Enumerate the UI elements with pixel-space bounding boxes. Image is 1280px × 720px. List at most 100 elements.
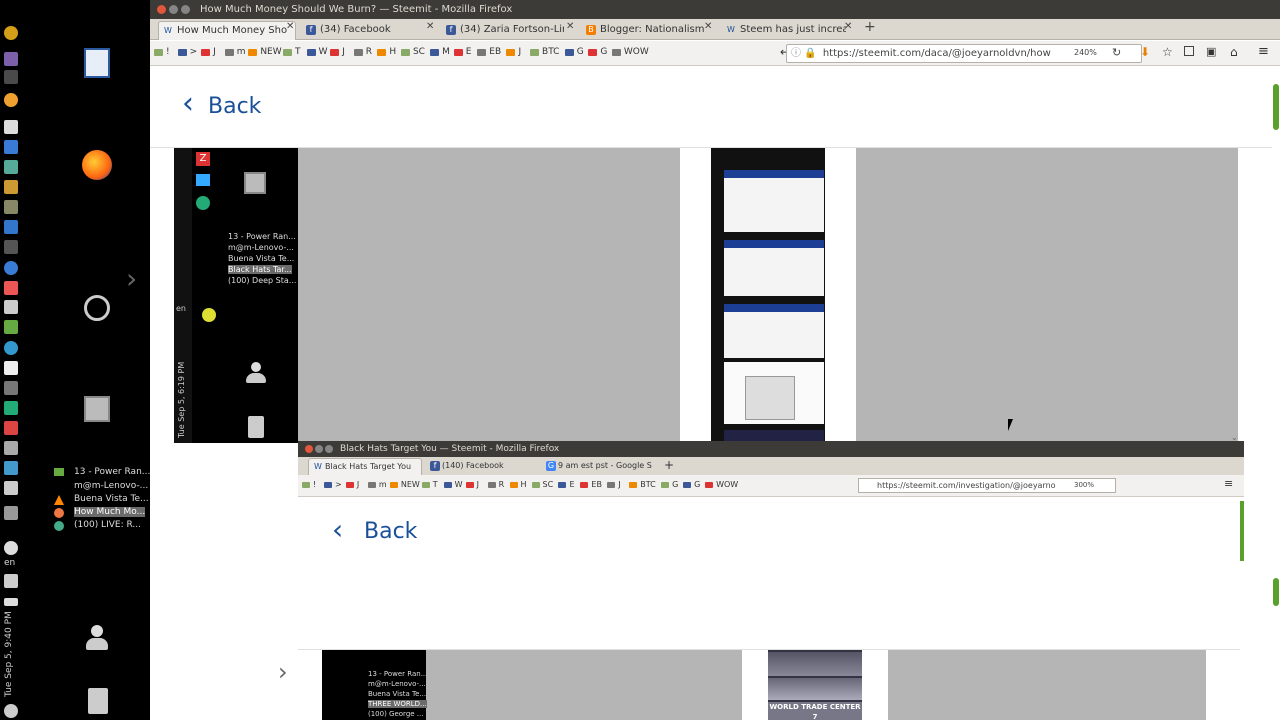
library-icon[interactable]: [1184, 46, 1194, 56]
bluetooth-icon[interactable]: [4, 506, 18, 520]
close-tab-icon[interactable]: ✕: [844, 21, 852, 32]
info-icon[interactable]: ⓘ: [791, 48, 801, 59]
bookmark-star-icon[interactable]: ☆: [1162, 45, 1173, 59]
bookmark-item[interactable]: J: [477, 480, 479, 489]
close-tab-icon[interactable]: ✕: [426, 21, 434, 32]
bookmark-item[interactable]: SC: [413, 47, 425, 57]
window-titlebar[interactable]: How Much Money Should We Burn? — Steemit…: [150, 0, 1280, 19]
monitor-icon[interactable]: [4, 240, 18, 254]
ubuntu-icon[interactable]: [84, 295, 110, 321]
bookmark-item[interactable]: m: [379, 480, 387, 489]
bookmark-folder-icon[interactable]: [629, 482, 638, 488]
app-icon[interactable]: [4, 401, 18, 415]
bookmark-item[interactable]: >: [335, 480, 342, 489]
bookmark-item[interactable]: E: [569, 480, 574, 489]
bookmark-folder-icon[interactable]: [443, 482, 452, 488]
zoom-level[interactable]: 240%: [1074, 48, 1097, 57]
close-tab-icon[interactable]: ✕: [286, 21, 294, 32]
app-icon[interactable]: [4, 481, 18, 495]
bookmark-folder-icon[interactable]: [224, 49, 234, 56]
user-icon[interactable]: [86, 625, 108, 651]
task-item[interactable]: (100) LIVE: R...: [74, 520, 141, 530]
app-icon[interactable]: [4, 421, 18, 435]
close-tab-icon[interactable]: ✕: [566, 21, 574, 32]
bookmark-item[interactable]: >: [190, 47, 198, 57]
bookmark-folder-icon[interactable]: [430, 49, 440, 56]
app-icon[interactable]: [4, 52, 18, 66]
bookmark-item[interactable]: J: [618, 480, 620, 489]
app-icon[interactable]: [4, 441, 18, 455]
bookmark-folder-icon[interactable]: [607, 482, 616, 488]
bookmark-folder-icon[interactable]: [588, 49, 598, 56]
browser-icon[interactable]: [4, 261, 18, 275]
bookmark-item[interactable]: H: [389, 47, 396, 57]
bookmark-item[interactable]: T: [295, 47, 301, 57]
tab-facebook[interactable]: f (34) Facebook: [302, 21, 428, 40]
volume-icon[interactable]: [4, 574, 18, 588]
app-grid-icon[interactable]: [4, 180, 18, 194]
bookmark-folder-icon[interactable]: [705, 482, 714, 488]
bookmark-folder-icon[interactable]: [377, 49, 387, 56]
bookmark-folder-icon[interactable]: [465, 482, 474, 488]
text-editor-icon[interactable]: [4, 120, 18, 134]
clock-label[interactable]: Tue Sep 5, 9:40 PM: [4, 611, 14, 697]
spreadsheet-icon[interactable]: [4, 160, 18, 174]
bookmark-folder-icon[interactable]: [530, 49, 540, 56]
bookmark-item[interactable]: W: [455, 480, 463, 489]
bookmark-item[interactable]: NEW: [401, 480, 420, 489]
battery-icon[interactable]: [4, 598, 18, 606]
app-icon[interactable]: [4, 70, 18, 84]
bookmark-folder-icon[interactable]: [367, 482, 376, 488]
wifi-icon[interactable]: [4, 541, 18, 555]
bookmark-folder-icon[interactable]: [531, 482, 540, 488]
bookmark-item[interactable]: WOW: [624, 47, 649, 57]
bookmark-item[interactable]: J: [342, 47, 345, 57]
new-tab-button[interactable]: +: [864, 19, 876, 35]
app-icon[interactable]: [4, 361, 18, 375]
bookmark-folder-icon[interactable]: [477, 49, 487, 56]
tab-steem[interactable]: W Steem has just increa: [722, 21, 846, 40]
bookmark-folder-icon[interactable]: [306, 49, 316, 56]
chevron-right-icon[interactable]: ›: [126, 262, 137, 295]
bookmark-folder-icon[interactable]: [509, 482, 518, 488]
bookmark-item[interactable]: J: [357, 480, 359, 489]
bookmark-item[interactable]: H: [521, 480, 527, 489]
bookmark-folder-icon[interactable]: [345, 482, 354, 488]
settings-icon[interactable]: [4, 220, 18, 234]
keyboard-lang-label[interactable]: en: [4, 558, 15, 568]
page-scrollbar[interactable]: [1272, 66, 1280, 720]
task-item[interactable]: Buena Vista Te...: [74, 494, 149, 504]
tab-zaria-fortson[interactable]: f (34) Zaria Fortson-Lin: [442, 21, 564, 40]
bookmark-folder-icon[interactable]: [353, 49, 363, 56]
bookmark-folder-icon[interactable]: [330, 49, 340, 56]
task-item-selected[interactable]: How Much Mo...: [74, 507, 146, 517]
terminal-icon[interactable]: [4, 381, 18, 395]
bookmark-folder-icon[interactable]: [283, 49, 293, 56]
bookmark-folder-icon[interactable]: [421, 482, 430, 488]
scrollbar-thumb[interactable]: [1273, 84, 1279, 130]
bookmark-folder-icon[interactable]: [323, 482, 332, 488]
bookmark-folder-icon[interactable]: [558, 482, 567, 488]
menu-icon[interactable]: ≡: [1258, 44, 1269, 59]
task-item[interactable]: 13 - Power Ran...: [74, 467, 150, 477]
app-icon[interactable]: [4, 300, 18, 314]
task-item[interactable]: m@m-Lenovo-...: [74, 481, 148, 491]
archive-icon[interactable]: [4, 200, 18, 214]
bookmark-item[interactable]: T: [433, 480, 438, 489]
bookmark-folder-icon[interactable]: [506, 49, 516, 56]
bookmark-item[interactable]: !: [313, 480, 316, 489]
bookmark-item[interactable]: !: [166, 47, 170, 57]
bookmark-item[interactable]: M: [442, 47, 450, 57]
bookmark-item[interactable]: G: [694, 480, 700, 489]
bookmark-folder-icon[interactable]: [487, 482, 496, 488]
document-icon[interactable]: [84, 48, 110, 78]
bookmark-item[interactable]: BTC: [542, 47, 559, 57]
bookmark-folder-icon[interactable]: [611, 49, 621, 56]
bookmark-folder-icon[interactable]: [177, 49, 187, 56]
bookmark-folder-icon[interactable]: [302, 482, 310, 488]
bookmark-item[interactable]: G: [577, 47, 584, 57]
bookmark-item[interactable]: EB: [489, 47, 501, 57]
minimize-icon[interactable]: [169, 5, 178, 14]
maximize-icon[interactable]: [181, 5, 190, 14]
firefox-icon[interactable]: [82, 150, 112, 180]
